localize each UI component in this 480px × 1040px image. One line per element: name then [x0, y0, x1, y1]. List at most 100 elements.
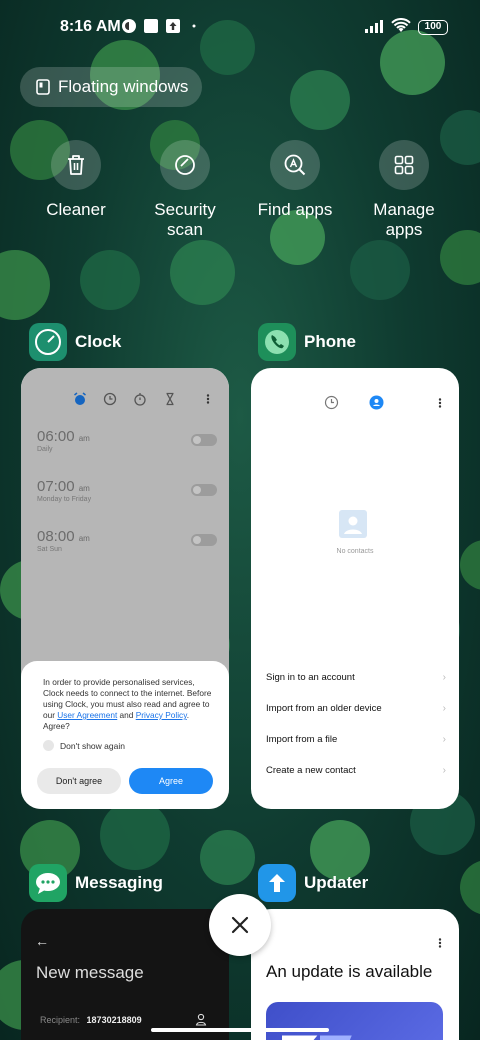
alarm-icon[interactable]: [73, 392, 87, 406]
agree-button[interactable]: Agree: [129, 768, 213, 794]
status-time: 8:16 AM: [60, 18, 121, 35]
cleaner-label: Cleaner: [46, 200, 106, 219]
more-notifications-dot-icon: [192, 24, 196, 28]
update-available-title: An update is available: [266, 962, 433, 981]
updater-app-name: Updater: [304, 873, 369, 892]
empty-contacts-icon: [339, 510, 367, 538]
alarm-time: 06:00: [37, 428, 75, 445]
wallpaper-circle: [290, 70, 350, 130]
more-options-icon[interactable]: [436, 396, 444, 410]
search-apps-icon: [284, 154, 306, 176]
clock-app-card[interactable]: 06:00 am Daily 07:00 am Monday to Friday…: [21, 368, 229, 809]
floating-windows-button[interactable]: Floating windows: [20, 67, 202, 107]
trash-icon: [68, 155, 84, 175]
floating-windows-label: Floating windows: [58, 77, 189, 96]
menu-item-label: Create a new contact: [266, 765, 356, 776]
app-notification-icon: [122, 19, 136, 33]
alarm-repeat: Monday to Friday: [37, 496, 92, 503]
battery-indicator: 100: [418, 20, 448, 35]
find-apps-button[interactable]: Find apps: [240, 140, 350, 220]
alarm-toggle[interactable]: [191, 534, 217, 546]
updater-app-icon: [258, 864, 296, 902]
chevron-right-icon: ›: [442, 765, 446, 776]
import-older-device-item[interactable]: Import from an older device ›: [266, 703, 446, 714]
clock-tabs: [21, 392, 229, 408]
clock-app-name: Clock: [75, 332, 122, 351]
recipient-value: 18730218809: [86, 1015, 142, 1025]
no-contacts-text: No contacts: [336, 548, 374, 555]
wallpaper-circle: [80, 250, 140, 310]
chevron-right-icon: ›: [442, 703, 446, 714]
sign-in-account-item[interactable]: Sign in to an account ›: [266, 672, 446, 683]
signal-icon: [365, 20, 383, 33]
security-scan-label: Security scan: [154, 200, 216, 239]
world-clock-icon[interactable]: [103, 392, 117, 406]
phone-app-name: Phone: [304, 332, 356, 351]
alarm-ampm: am: [78, 434, 90, 443]
chevron-right-icon: ›: [442, 672, 446, 683]
security-scan-button[interactable]: Security scan: [130, 140, 240, 240]
alarm-toggle[interactable]: [191, 434, 217, 446]
find-apps-label: Find apps: [257, 200, 333, 219]
chevron-right-icon: ›: [442, 734, 446, 745]
recents-icon[interactable]: [324, 395, 339, 410]
close-all-button[interactable]: [209, 894, 271, 956]
recipient-field[interactable]: Recipient: 18730218809: [40, 1015, 142, 1025]
phone-app-card[interactable]: No contacts Sign in to an account › Impor…: [251, 368, 459, 809]
add-contact-icon[interactable]: [195, 1013, 207, 1026]
alarm-repeat: Sat Sun: [37, 546, 62, 553]
clock-app-icon: [29, 323, 67, 361]
square-notification-icon: [144, 19, 158, 33]
status-bar: 8:16 AM 100: [0, 0, 480, 56]
phone-app-icon: [258, 323, 296, 361]
wallpaper-circle: [200, 830, 255, 885]
floating-window-icon: [36, 79, 50, 95]
wifi-icon: [391, 18, 411, 32]
more-options-icon[interactable]: [204, 392, 212, 406]
messaging-app-card[interactable]: ← New message Recipient: 18730218809: [21, 909, 229, 1040]
menu-item-label: Sign in to an account: [266, 672, 355, 683]
clock-app-header[interactable]: Clock: [29, 323, 121, 361]
alarm-repeat: Daily: [37, 446, 53, 453]
checkbox-circle[interactable]: [43, 740, 54, 751]
more-options-icon[interactable]: [436, 936, 444, 950]
menu-item-label: Import from an older device: [266, 703, 382, 714]
update-banner-image: [266, 1002, 443, 1040]
wallpaper-circle: [100, 800, 170, 870]
manage-apps-button[interactable]: Manage apps: [349, 140, 459, 240]
updater-app-card[interactable]: An update is available: [251, 909, 459, 1040]
recipient-label: Recipient:: [40, 1015, 81, 1025]
dont-show-again-checkbox[interactable]: Don't show again: [43, 740, 215, 751]
import-file-item[interactable]: Import from a file ›: [266, 734, 446, 745]
consent-message: In order to provide personalised service…: [43, 677, 212, 731]
alarm-row[interactable]: 06:00 am Daily: [37, 428, 217, 453]
shield-check-icon: [175, 155, 195, 175]
alarm-time: 08:00: [37, 528, 75, 545]
manage-apps-label: Manage apps: [373, 200, 435, 239]
stopwatch-icon[interactable]: [133, 392, 147, 406]
alarm-ampm: am: [78, 484, 90, 493]
timer-icon[interactable]: [163, 392, 177, 406]
privacy-policy-link[interactable]: Privacy Policy: [136, 710, 187, 720]
alarm-ampm: am: [78, 534, 90, 543]
back-arrow-icon[interactable]: ←: [35, 933, 49, 949]
updater-app-header[interactable]: Updater: [258, 864, 368, 902]
create-contact-item[interactable]: Create a new contact ›: [266, 765, 446, 776]
dont-agree-button[interactable]: Don't agree: [37, 768, 121, 794]
close-icon: [231, 916, 249, 934]
messaging-app-icon: [29, 864, 67, 902]
alarm-time: 07:00: [37, 478, 75, 495]
messaging-app-name: Messaging: [75, 873, 163, 892]
alarm-row[interactable]: 07:00 am Monday to Friday: [37, 478, 217, 503]
messaging-app-header[interactable]: Messaging: [29, 864, 163, 902]
grid-icon: [394, 155, 414, 175]
phone-app-header[interactable]: Phone: [258, 323, 356, 361]
user-agreement-link[interactable]: User Agreement: [57, 710, 117, 720]
gesture-bar[interactable]: [151, 1028, 329, 1032]
cleaner-button[interactable]: Cleaner: [21, 140, 131, 220]
contacts-tab-icon[interactable]: [369, 395, 384, 410]
new-message-title: New message: [36, 963, 144, 982]
alarm-row[interactable]: 08:00 am Sat Sun: [37, 528, 217, 553]
alarm-toggle[interactable]: [191, 484, 217, 496]
consent-dialog: In order to provide personalised service…: [21, 661, 229, 809]
